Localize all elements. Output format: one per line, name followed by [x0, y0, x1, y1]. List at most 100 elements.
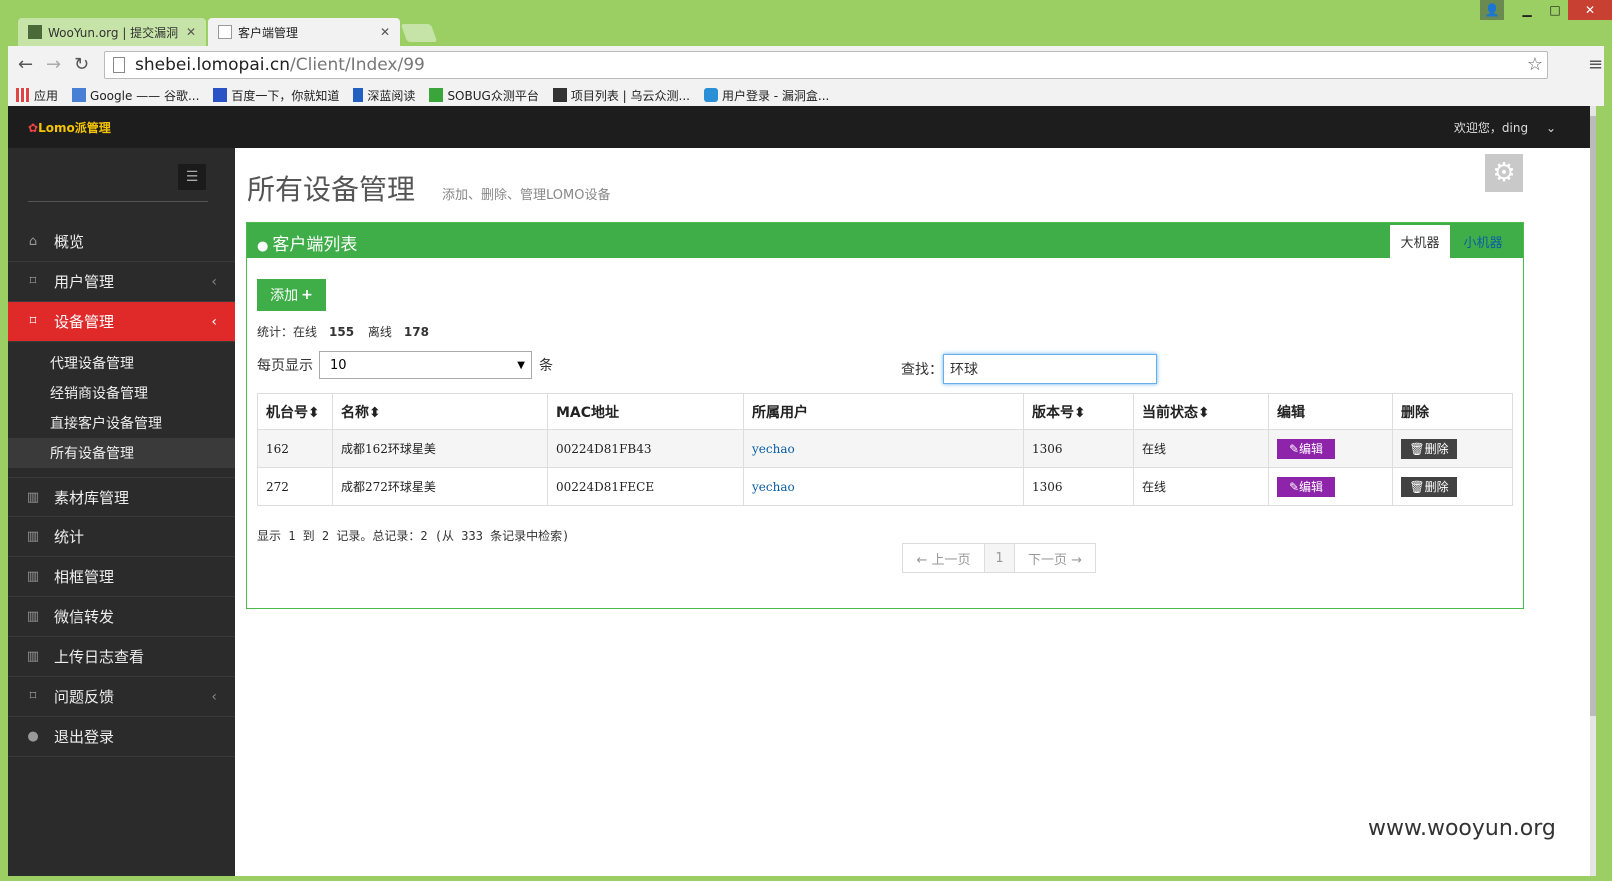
col-header-name[interactable]: 名称⬍ [332, 393, 548, 430]
col-header-id[interactable]: 机台号⬍ [257, 393, 333, 430]
sidebar-item-devices[interactable]: ⌑ 设备管理 ‹ [8, 302, 235, 342]
trash-icon: 🗑 [1409, 441, 1425, 456]
cell-version: 1306 [1023, 429, 1134, 468]
tab-client-manage[interactable]: 客户端管理 ✕ [208, 18, 400, 46]
reload-icon[interactable]: ↻ [74, 54, 89, 75]
bookmark-sobug[interactable]: SOBUG众测平台 [429, 87, 539, 104]
browser-toolbar: ← → ↻ shebei.lomopai.cn/Client/Index/99 … [8, 46, 1604, 84]
bookmark-vulbox[interactable]: 用户登录 - 漏洞盒... [703, 87, 829, 104]
sidebar-item-users[interactable]: ⌑ 用户管理 ‹ [8, 262, 235, 302]
cell-user-link[interactable]: yechao [743, 467, 1024, 506]
tab-wooyun[interactable]: WooYun.org | 提交漏洞 ✕ [18, 18, 206, 46]
page-scrollbar-thumb[interactable] [1590, 116, 1596, 716]
chart-icon: ▥ [26, 569, 40, 584]
table-row: 162 成都162环球星美 00224D81FB43 yechao 1306 在… [257, 429, 1513, 468]
new-tab-button[interactable] [400, 24, 438, 42]
profile-icon[interactable]: 👤 [1480, 0, 1504, 20]
top-navbar: ✿Lomo派管理 欢迎您，ding ⌄ [8, 106, 1596, 148]
col-header-status[interactable]: 当前状态⬍ [1133, 393, 1269, 430]
edit-button[interactable]: ✎ 编辑 [1277, 476, 1335, 497]
perpage-select[interactable]: 10 ▼ [319, 351, 532, 379]
tab-strip: WooYun.org | 提交漏洞 ✕ 客户端管理 ✕ 👤 ▁ □ ✕ [0, 0, 1612, 46]
sidebar-item-logout[interactable]: ● 退出登录 [8, 717, 235, 757]
tab-label: WooYun.org | 提交漏洞 [48, 25, 179, 40]
web-page: ✿Lomo派管理 欢迎您，ding ⌄ ☰ ⌂ 概览 ⌑ 用户管理 ‹ ⌑ 设备管理 ‹ … [8, 106, 1596, 876]
sidebar-toggle-button[interactable]: ☰ [178, 164, 206, 190]
bookmark-star-icon[interactable]: ☆ [1527, 54, 1543, 75]
menu-icon[interactable]: ≡ [1588, 54, 1603, 75]
sidebar-subitem-direct-devices[interactable]: 直接客户设备管理 [8, 408, 235, 438]
sidebar-item-overview[interactable]: ⌂ 概览 [8, 222, 235, 262]
delete-button[interactable]: 🗑 删除 [1401, 438, 1457, 459]
page-number-button[interactable]: 1 [985, 544, 1015, 572]
sidebar-item-stats[interactable]: ▥ 统计 [8, 517, 235, 557]
devices-table: 机台号⬍ 名称⬍ MAC地址 所属用户 版本号⬍ 当前状态⬍ 编辑 删除 162 [257, 393, 1513, 506]
bookmark-apps[interactable]: 应用 [16, 87, 58, 104]
sort-icon: ⬍ [1074, 404, 1086, 421]
baidu-paw-icon [213, 88, 228, 102]
tab-big-machine[interactable]: 大机器 [1390, 225, 1450, 258]
forward-icon[interactable]: → [46, 54, 61, 75]
delete-button[interactable]: 🗑 删除 [1401, 476, 1457, 497]
cell-edit: ✎ 编辑 [1268, 467, 1393, 506]
col-header-mac: MAC地址 [547, 393, 744, 430]
cell-user-link[interactable]: yechao [743, 429, 1024, 468]
stats-line: 统计：在线 155 离线 178 [257, 325, 429, 339]
next-page-button[interactable]: 下一页 → [1015, 544, 1095, 572]
sidebar-subitem-agent-devices[interactable]: 代理设备管理 [8, 348, 235, 378]
sidebar-item-materials[interactable]: ▥ 素材库管理 [8, 477, 235, 517]
cell-id: 272 [257, 467, 333, 506]
address-bar[interactable]: shebei.lomopai.cn/Client/Index/99 ☆ [104, 51, 1548, 79]
search-label: 查找： [901, 362, 943, 378]
bookmark-icon: ⌑ [29, 274, 37, 289]
sidebar-item-feedback[interactable]: ⌑ 问题反馈 ‹ [8, 677, 235, 717]
sidebar-item-upload-logs[interactable]: ▥ 上传日志查看 [8, 637, 235, 677]
user-menu[interactable]: 欢迎您，ding ⌄ [1454, 119, 1556, 136]
close-window-button[interactable]: ✕ [1568, 0, 1612, 20]
bookmark-icon: ⌑ [29, 314, 37, 329]
search-input[interactable] [943, 354, 1157, 384]
main-content: ⚙ 所有设备管理 添加、删除、管理LOMO设备 ● 客户端列表 大机器 小机器 添… [235, 148, 1590, 876]
page-icon [113, 57, 125, 73]
gear-icon[interactable]: ⚙ [1485, 154, 1523, 192]
sobug-icon [429, 88, 444, 102]
url-host: shebei.lomopai.cn [135, 55, 291, 75]
box-title: ● 客户端列表 [257, 235, 358, 255]
cell-edit: ✎ 编辑 [1268, 429, 1393, 468]
offline-count: 178 [403, 325, 429, 339]
chart-icon: ▥ [26, 529, 40, 544]
close-tab-icon[interactable]: ✕ [380, 25, 390, 39]
perpage-unit: 条 [539, 358, 553, 374]
sidebar-subitem-all-devices[interactable]: 所有设备管理 [8, 438, 235, 468]
table-row: 272 成都272环球星美 00224D81FECE yechao 1306 在… [257, 467, 1513, 506]
page-favicon-icon [218, 25, 232, 39]
sidebar-item-wechat[interactable]: ▥ 微信转发 [8, 597, 235, 637]
user-icon: ● [27, 729, 39, 744]
cell-id: 162 [257, 429, 333, 468]
caret-down-icon: ▼ [517, 359, 525, 371]
prev-page-button[interactable]: ← 上一页 [903, 544, 985, 572]
maximize-button[interactable]: □ [1542, 0, 1568, 20]
chart-icon: ▥ [26, 489, 40, 505]
tab-small-machine[interactable]: 小机器 [1453, 225, 1513, 258]
sort-icon: ⬍ [369, 404, 381, 421]
bookmark-google[interactable]: Google —— 谷歌... [72, 87, 199, 104]
close-tab-icon[interactable]: ✕ [186, 25, 196, 39]
bookmark-deepblue[interactable]: 深蓝阅读 [353, 87, 415, 104]
bookmark-wooyun-ce[interactable]: 项目列表 | 乌云众测... [552, 87, 690, 104]
bookmark-baidu[interactable]: 百度一下，你就知道 [213, 87, 339, 104]
wooyun-favicon-icon [28, 25, 42, 39]
sidebar-subitem-dealer-devices[interactable]: 经销商设备管理 [8, 378, 235, 408]
col-header-version[interactable]: 版本号⬍ [1023, 393, 1134, 430]
minimize-button[interactable]: ▁ [1512, 0, 1542, 20]
sidebar-item-frames[interactable]: ▥ 相框管理 [8, 557, 235, 597]
apps-grid-icon [16, 88, 30, 102]
back-icon[interactable]: ← [18, 54, 33, 75]
page-subtitle: 添加、删除、管理LOMO设备 [442, 188, 611, 203]
add-button[interactable]: 添加 + [257, 279, 326, 311]
edit-button[interactable]: ✎ 编辑 [1277, 438, 1335, 459]
client-list-box: ● 客户端列表 大机器 小机器 添加 + 统计：在线 155 离线 178 每页显示 1… [246, 222, 1524, 609]
app-logo[interactable]: ✿Lomo派管理 [28, 119, 111, 136]
plus-icon: + [301, 287, 313, 303]
home-icon: ⌂ [28, 234, 38, 249]
